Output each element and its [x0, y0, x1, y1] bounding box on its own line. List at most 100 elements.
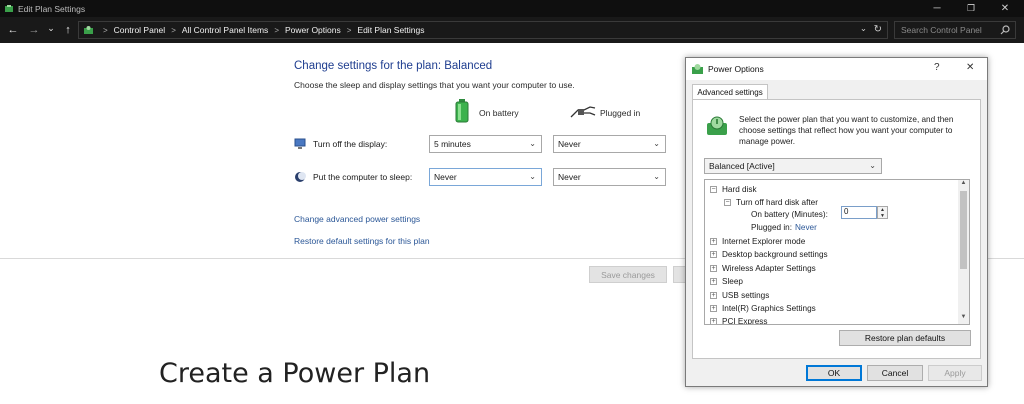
expand-icon[interactable]: + — [710, 292, 717, 299]
tree-item-plugged-in: Plugged in: Never — [751, 221, 817, 234]
dialog-close-button[interactable]: ✕ — [966, 62, 974, 73]
sleep-battery-select[interactable]: Never ⌄ — [429, 168, 542, 186]
dialog-titlebar: Power Options ? ✕ — [686, 58, 987, 80]
refresh-icon[interactable]: ↻ — [874, 24, 882, 35]
address-box[interactable]: > Control Panel > All Control Panel Item… — [78, 21, 888, 39]
breadcrumb-separator[interactable]: > — [274, 26, 279, 35]
apply-button[interactable]: Apply — [928, 365, 982, 381]
plan-select[interactable]: Balanced [Active] ⌄ — [704, 158, 882, 174]
tab-advanced-settings[interactable]: Advanced settings — [692, 84, 768, 100]
expand-icon[interactable]: + — [710, 278, 717, 285]
forward-button[interactable]: → — [27, 23, 41, 37]
sleep-moon-icon — [295, 172, 306, 182]
back-arrow-icon: ← — [7, 24, 19, 36]
sleep-plugged-select[interactable]: Never ⌄ — [553, 168, 666, 186]
minimize-button[interactable]: ─ — [920, 0, 954, 17]
display-setting-label: Turn off the display: — [313, 139, 388, 149]
tree-label: Wireless Adapter Settings — [722, 264, 816, 273]
settings-tree: − Hard disk − Turn off hard disk after On … — [704, 179, 970, 325]
power-plan-icon — [707, 116, 727, 135]
on-battery-label: On battery (Minutes): — [751, 210, 828, 219]
forward-arrow-icon: → — [28, 24, 40, 36]
chevron-down-icon: ⌄ — [529, 172, 536, 181]
expand-icon[interactable]: + — [710, 318, 717, 324]
window-title: Edit Plan Settings — [18, 3, 86, 14]
tree-label: Hard disk — [722, 185, 757, 194]
dialog-description: Select the power plan that you want to c… — [739, 115, 954, 146]
chevron-down-icon: ⌄ — [653, 172, 660, 181]
tree-scrollbar[interactable]: ▲ ▼ — [958, 180, 969, 324]
breadcrumb-all-items[interactable]: All Control Panel Items — [182, 25, 268, 35]
plugged-in-label: Plugged in: — [751, 223, 792, 232]
overlay-heading: Create a Power Plan — [159, 358, 431, 389]
tree-label: USB settings — [722, 291, 770, 300]
up-button[interactable]: ↑ — [61, 23, 75, 37]
tree-item[interactable]: + Sleep — [710, 275, 743, 288]
plan-select-value: Balanced [Active] — [709, 161, 775, 171]
col-plugged-in: Plugged in — [600, 108, 641, 118]
display-plugged-select[interactable]: Never ⌄ — [553, 135, 666, 153]
display-icon — [294, 138, 306, 149]
power-options-icon — [5, 4, 13, 12]
breadcrumb-power-options[interactable]: Power Options — [285, 25, 341, 35]
on-battery-minutes-input[interactable]: 0 — [841, 206, 877, 219]
expand-icon[interactable]: + — [710, 251, 717, 258]
breadcrumb-edit-plan[interactable]: Edit Plan Settings — [357, 25, 424, 35]
page-title: Change settings for the plan: Balanced — [294, 60, 493, 72]
plugged-in-value[interactable]: Never — [795, 223, 817, 232]
tree-item[interactable]: + USB settings — [710, 289, 769, 302]
collapse-icon[interactable]: − — [724, 199, 731, 206]
minimize-icon: ─ — [933, 3, 941, 14]
tree-item-hard-disk[interactable]: − Hard disk — [710, 183, 757, 196]
tree-item[interactable]: + Wireless Adapter Settings — [710, 262, 816, 275]
tree-label: Sleep — [722, 277, 743, 286]
address-dropdown-icon[interactable]: ⌄ — [860, 23, 867, 34]
tree-item[interactable]: + PCI Express — [710, 315, 768, 325]
tree-item[interactable]: + Internet Explorer mode — [710, 235, 805, 248]
tree-item-on-battery: On battery (Minutes): — [751, 208, 828, 221]
display-battery-select[interactable]: 5 minutes ⌄ — [429, 135, 542, 153]
spin-stepper[interactable]: ▲ ▼ — [877, 206, 888, 219]
dialog-title: Power Options — [708, 64, 764, 74]
tree-label: Desktop background settings — [722, 250, 828, 259]
save-changes-button[interactable]: Save changes — [589, 266, 667, 283]
sleep-battery-value: Never — [434, 172, 457, 182]
expand-icon[interactable]: + — [710, 238, 717, 245]
power-options-dialog: Power Options ? ✕ Advanced settings Sele… — [685, 57, 988, 387]
scroll-thumb[interactable] — [960, 191, 967, 269]
power-options-icon — [692, 64, 703, 74]
window-titlebar: Edit Plan Settings ─ ❐ ✕ — [0, 0, 1024, 17]
scroll-up-icon[interactable]: ▲ — [958, 180, 969, 190]
help-button[interactable]: ? — [934, 62, 940, 73]
breadcrumb-separator: > — [103, 25, 108, 35]
battery-icon — [455, 99, 469, 123]
tree-label: Turn off hard disk after — [736, 198, 818, 207]
col-on-battery: On battery — [479, 108, 519, 118]
chevron-down-icon: ⌄ — [47, 22, 55, 33]
scroll-down-icon[interactable]: ▼ — [958, 314, 969, 324]
plug-icon — [570, 106, 596, 118]
breadcrumb-control-panel[interactable]: Control Panel — [114, 25, 166, 35]
breadcrumb-separator[interactable]: > — [171, 26, 176, 35]
change-advanced-link[interactable]: Change advanced power settings — [294, 214, 420, 224]
tree-label: PCI Express — [722, 317, 768, 325]
restore-plan-defaults-button[interactable]: Restore plan defaults — [839, 330, 971, 346]
search-placeholder: Search Control Panel — [901, 25, 982, 35]
tree-label: Intel(R) Graphics Settings — [722, 304, 816, 313]
back-button[interactable]: ← — [6, 23, 20, 37]
maximize-button[interactable]: ❐ — [954, 0, 988, 17]
tree-item[interactable]: + Desktop background settings — [710, 248, 828, 261]
expand-icon[interactable]: + — [710, 305, 717, 312]
close-button[interactable]: ✕ — [988, 0, 1022, 17]
chevron-down-icon: ⌄ — [653, 139, 660, 148]
search-icon — [1000, 25, 1010, 35]
breadcrumb-separator[interactable]: > — [347, 26, 352, 35]
restore-defaults-link[interactable]: Restore default settings for this plan — [294, 236, 430, 246]
ok-button[interactable]: OK — [806, 365, 862, 381]
expand-icon[interactable]: + — [710, 265, 717, 272]
tree-item[interactable]: + Intel(R) Graphics Settings — [710, 302, 816, 315]
cancel-button[interactable]: Cancel — [867, 365, 923, 381]
collapse-icon[interactable]: − — [710, 186, 717, 193]
search-input[interactable]: Search Control Panel — [894, 21, 1016, 39]
recent-locations-button[interactable]: ⌄ — [44, 21, 58, 35]
